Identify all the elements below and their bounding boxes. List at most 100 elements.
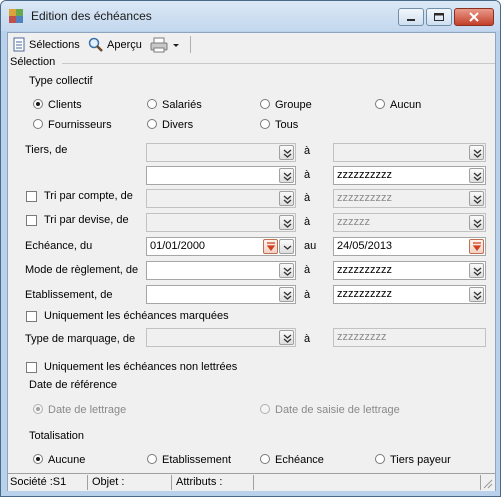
radio-fournisseurs[interactable] <box>33 119 43 129</box>
echeance-from-dropdown[interactable] <box>279 239 294 254</box>
tri-devise-label[interactable]: Tri par devise, de <box>44 214 129 226</box>
tiers-from-2-dropdown[interactable] <box>279 168 294 183</box>
tiers-from-2-field[interactable] <box>146 166 296 185</box>
tiers-label: Tiers, de <box>25 144 68 156</box>
radio-date-saisie-lettrage-label[interactable]: Date de saisie de lettrage <box>275 404 400 416</box>
echeance-to-field[interactable]: 24/05/2013 <box>333 237 486 256</box>
tri-compte-to-value: zzzzzzzzzz <box>337 192 392 204</box>
status-objet: Objet : <box>90 475 172 490</box>
radio-total-echeance-label[interactable]: Echéance <box>275 454 324 466</box>
tri-compte-checkbox[interactable] <box>26 191 37 202</box>
selections-button[interactable]: Sélections <box>12 36 80 53</box>
tri-compte-to-dropdown[interactable] <box>469 191 484 206</box>
date-reference-label: Date de référence <box>29 379 118 391</box>
tiers-to-2-dropdown[interactable] <box>469 168 484 183</box>
radio-groupe[interactable] <box>260 99 270 109</box>
radio-salaries[interactable] <box>147 99 157 109</box>
minimize-button[interactable] <box>398 8 424 26</box>
radio-total-etablissement[interactable] <box>147 454 157 464</box>
tri-devise-a-label: à <box>304 216 311 228</box>
tiers-to-1-field[interactable] <box>333 143 486 162</box>
uniquement-non-lettrees-checkbox[interactable] <box>26 362 37 373</box>
radio-fournisseurs-label[interactable]: Fournisseurs <box>48 119 112 131</box>
radio-salaries-label[interactable]: Salariés <box>162 99 202 111</box>
apercu-button[interactable]: Aperçu <box>88 36 142 53</box>
mode-reglement-to-dropdown[interactable] <box>469 263 484 278</box>
radio-date-lettrage-label[interactable]: Date de lettrage <box>48 404 126 416</box>
radio-groupe-label[interactable]: Groupe <box>275 99 312 111</box>
tri-devise-from-dropdown[interactable] <box>279 215 294 230</box>
tri-compte-from-dropdown[interactable] <box>279 191 294 206</box>
status-societe: Société :S1 <box>8 475 88 490</box>
radio-total-tiers-payeur[interactable] <box>375 454 385 464</box>
echeance-from-field[interactable]: 01/01/2000 <box>146 237 296 256</box>
app-icon <box>9 9 23 23</box>
mode-reglement-a-label: à <box>304 264 311 276</box>
mode-reglement-from-field[interactable] <box>146 261 296 280</box>
radio-date-lettrage[interactable] <box>33 404 43 414</box>
etablissement-a-label: à <box>304 289 311 301</box>
status-empty-panel <box>256 475 481 490</box>
chevron-down-icon[interactable] <box>171 37 181 53</box>
echeance-to-value: 24/05/2013 <box>337 240 393 252</box>
maximize-button[interactable] <box>426 8 452 26</box>
echeance-from-value: 01/01/2000 <box>150 240 206 252</box>
toolbar-separator <box>190 36 191 53</box>
radio-aucun-label[interactable]: Aucun <box>390 99 421 111</box>
document-icon <box>13 37 25 51</box>
uniquement-marquees-label[interactable]: Uniquement les échéances marquées <box>44 310 229 322</box>
mode-reglement-from-dropdown[interactable] <box>279 263 294 278</box>
radio-total-aucune-label[interactable]: Aucune <box>48 454 85 466</box>
radio-total-etablissement-label[interactable]: Etablissement <box>162 454 231 466</box>
radio-date-saisie-lettrage[interactable] <box>260 404 270 414</box>
chevron-down-icon <box>473 219 482 228</box>
tiers-from-1-field[interactable] <box>146 143 296 162</box>
mode-reglement-to-field[interactable]: zzzzzzzzzz <box>333 261 486 280</box>
tiers-a-1-label: à <box>304 145 311 157</box>
radio-total-tiers-payeur-label[interactable]: Tiers payeur <box>390 454 451 466</box>
type-marquage-to-field[interactable]: zzzzzzzzz <box>333 328 486 347</box>
echeance-from-calendar-button[interactable] <box>263 239 278 254</box>
radio-tous-label[interactable]: Tous <box>275 119 298 131</box>
tri-compte-from-field[interactable] <box>146 189 296 208</box>
tiers-to-2-field[interactable]: zzzzzzzzzz <box>333 166 486 185</box>
status-attributs: Attributs : <box>174 475 254 490</box>
type-marquage-from-dropdown[interactable] <box>279 330 294 345</box>
etablissement-from-field[interactable] <box>146 285 296 304</box>
tri-compte-label[interactable]: Tri par compte, de <box>44 190 133 202</box>
radio-divers-label[interactable]: Divers <box>162 119 193 131</box>
tiers-to-1-dropdown[interactable] <box>469 145 484 160</box>
etablissement-from-dropdown[interactable] <box>279 287 294 302</box>
etablissement-to-value: zzzzzzzzzz <box>337 288 392 300</box>
type-marquage-from-field[interactable] <box>146 328 296 347</box>
radio-total-echeance[interactable] <box>260 454 270 464</box>
chevron-down-icon <box>283 195 292 204</box>
tri-devise-to-dropdown[interactable] <box>469 215 484 230</box>
tri-devise-checkbox[interactable] <box>26 215 37 226</box>
uniquement-non-lettrees-label[interactable]: Uniquement les échéances non lettrées <box>44 361 237 373</box>
chevron-down-icon <box>283 149 292 158</box>
radio-divers[interactable] <box>147 119 157 129</box>
print-button[interactable] <box>150 36 181 53</box>
resize-grip-icon[interactable] <box>483 479 493 489</box>
radio-aucun[interactable] <box>375 99 385 109</box>
tri-compte-to-field[interactable]: zzzzzzzzzz <box>333 189 486 208</box>
radio-total-aucune[interactable] <box>33 454 43 464</box>
printer-icon <box>150 37 168 52</box>
uniquement-marquees-checkbox[interactable] <box>26 311 37 322</box>
radio-tous[interactable] <box>260 119 270 129</box>
tri-devise-to-field[interactable]: zzzzzz <box>333 213 486 232</box>
selections-label: Sélections <box>29 38 80 51</box>
tri-devise-from-field[interactable] <box>146 213 296 232</box>
echeance-to-calendar-button[interactable] <box>469 239 484 254</box>
mode-reglement-to-value: zzzzzzzzzz <box>337 264 392 276</box>
radio-clients-label[interactable]: Clients <box>48 99 82 111</box>
etablissement-to-dropdown[interactable] <box>469 287 484 302</box>
edition-echeances-window: Edition des échéances Sélections Aperçu <box>0 0 501 497</box>
chevron-down-icon <box>283 172 292 181</box>
magnifier-icon <box>88 37 103 52</box>
radio-clients[interactable] <box>33 99 43 109</box>
etablissement-to-field[interactable]: zzzzzzzzzz <box>333 285 486 304</box>
tiers-from-1-dropdown[interactable] <box>279 145 294 160</box>
close-button[interactable] <box>454 8 494 26</box>
